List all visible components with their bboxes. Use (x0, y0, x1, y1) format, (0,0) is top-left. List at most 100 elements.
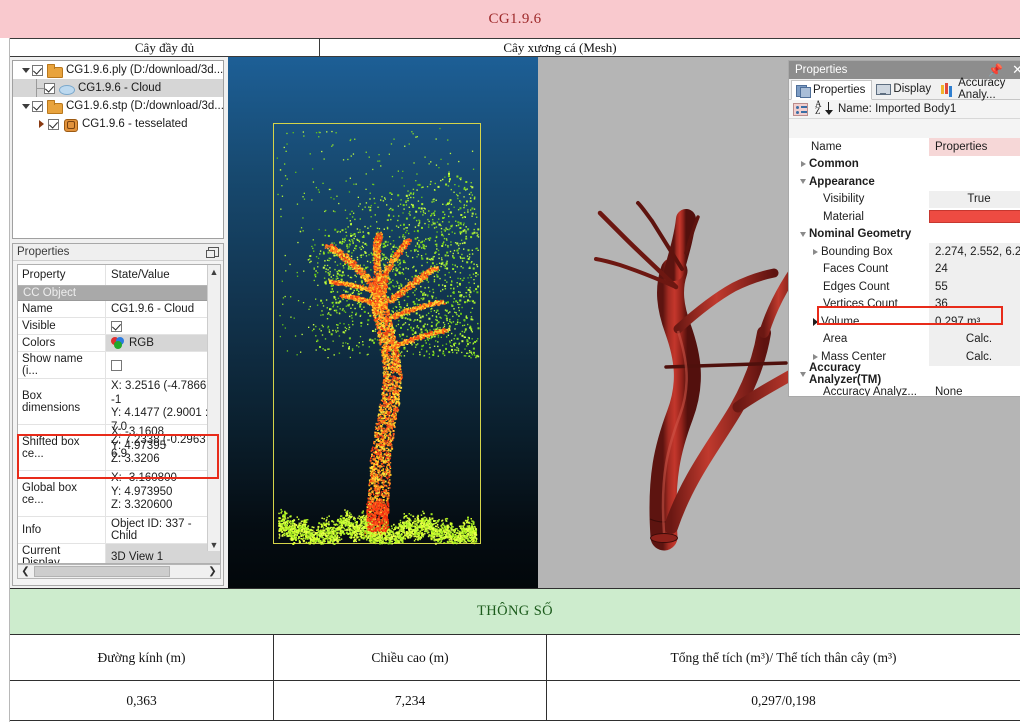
row-colors-value[interactable]: RGB (106, 335, 220, 351)
row-info[interactable]: Info Object ID: 337 - Child (18, 517, 220, 544)
tree-item-tesselated[interactable]: CG1.9.6 - tesselated (13, 115, 223, 133)
properties-toolbar[interactable]: AZ Name: Imported Body1 (789, 100, 1020, 119)
chevron-right-icon[interactable] (809, 249, 821, 255)
tree-checkbox[interactable] (32, 101, 43, 112)
folder-icon (47, 64, 62, 77)
row-display-value[interactable]: 3D View 1 (106, 544, 220, 564)
row-area[interactable]: Area Calc. (789, 331, 1020, 349)
row-faces-count[interactable]: Faces Count 24 (789, 261, 1020, 279)
expand-triangle-down-icon[interactable] (19, 104, 32, 109)
tab-display[interactable]: Display (872, 79, 937, 99)
accuracy-icon (941, 83, 955, 95)
row-material-value[interactable] (929, 208, 1020, 226)
row-global-box-center[interactable]: Global box ce... X: -3.160800 Y: 4.97395… (18, 471, 220, 517)
row-visible[interactable]: Visible (18, 318, 220, 335)
parameters-table: THÔNG SỐ Đường kính (m) Chiều cao (m) Tổ… (10, 588, 1020, 722)
chevron-right-icon[interactable] (809, 354, 821, 360)
table-value-diameter: 0,363 (10, 681, 274, 720)
mesh-icon (63, 118, 78, 131)
scroll-right-icon[interactable]: ❯ (205, 566, 220, 577)
scroll-down-icon[interactable]: ▼ (208, 538, 220, 551)
row-mass-center-value[interactable]: Calc. (929, 348, 1020, 366)
scroll-up-icon[interactable]: ▲ (208, 265, 220, 278)
expand-triangle-right-icon[interactable] (35, 120, 48, 128)
row-show-name[interactable]: Show name (i... (18, 352, 220, 379)
properties-horizontal-scrollbar[interactable]: ❮ ❯ (17, 564, 221, 579)
visible-checkbox[interactable] (111, 321, 122, 332)
left-properties-grid[interactable]: Property State/Value CC Object Name CG1.… (17, 264, 221, 564)
row-bounding-box-key: Bounding Box (821, 246, 893, 258)
group-nominal-geometry[interactable]: Nominal Geometry (789, 226, 1020, 244)
expand-triangle-down-icon[interactable] (19, 68, 32, 73)
row-visibility[interactable]: Visibility True (789, 191, 1020, 209)
point-cloud-viewport[interactable] (228, 57, 538, 588)
row-vertices-count[interactable]: Vertices Count 36 (789, 296, 1020, 314)
global-y: Y: 4.973950 (111, 486, 215, 500)
row-shifted-box-center[interactable]: Shifted box ce... X: -3.1608 Y: 4.97395 … (18, 425, 220, 471)
properties-tabstrip[interactable]: Properties Display Accuracy Analy... (789, 79, 1020, 100)
group-appearance[interactable]: Appearance (789, 173, 1020, 191)
row-material[interactable]: Material (789, 208, 1020, 226)
row-show-name-value[interactable] (106, 352, 220, 378)
scroll-left-icon[interactable]: ❮ (18, 566, 33, 577)
right-properties-window[interactable]: Properties 📌 ✕ Properties Display Accura… (788, 60, 1020, 397)
tree-checkbox[interactable] (48, 119, 59, 130)
material-color-swatch[interactable] (929, 210, 1020, 223)
float-window-icon[interactable] (208, 247, 219, 257)
table-value-height: 7,234 (274, 681, 547, 720)
document-title-band: CG1.9.6 (10, 0, 1020, 38)
categorize-icon[interactable] (793, 103, 808, 116)
tree-item-cloud[interactable]: CG1.9.6 - Cloud (13, 79, 223, 97)
properties-vertical-scrollbar[interactable]: ▲ ▼ (207, 265, 220, 551)
table-header-diameter: Đường kính (m) (10, 635, 274, 680)
tree-checkbox[interactable] (44, 83, 55, 94)
row-volume-key: Volume (821, 316, 859, 328)
group-accuracy-analyzer[interactable]: Accuracy Analyzer(TM) (789, 366, 1020, 384)
group-common[interactable]: Common (789, 156, 1020, 174)
row-faces-value: 24 (929, 261, 1020, 279)
properties-grid[interactable]: Name Properties Common Appearance Visibi… (789, 138, 1020, 396)
view-caption-row: Cây đầy đủ Cây xương cá (Mesh) (10, 38, 1020, 57)
tab-accuracy-analyzer[interactable]: Accuracy Analy... (937, 79, 1020, 99)
table-section-title: THÔNG SỐ (477, 603, 553, 620)
row-name[interactable]: Name CG1.9.6 - Cloud (18, 301, 220, 318)
row-colors[interactable]: Colors RGB (18, 335, 220, 352)
caption-right: Cây xương cá (Mesh) (320, 39, 800, 56)
table-header-volume: Tổng thể tích (m³)/ Thể tích thân cây (m… (547, 635, 1020, 680)
table-value-row: 0,363 7,234 0,297/0,198 (10, 681, 1020, 721)
tree-item-stp[interactable]: CG1.9.6.stp (D:/download/3d... (13, 97, 223, 115)
row-volume[interactable]: Volume 0.297 m³ (789, 313, 1020, 331)
tree-checkbox[interactable] (32, 65, 43, 76)
workspace: CG1.9.6.ply (D:/download/3d... CG1.9.6 -… (10, 57, 1020, 588)
row-visibility-value[interactable]: True (929, 191, 1020, 209)
chevron-down-icon[interactable] (797, 372, 809, 377)
show-name-checkbox[interactable] (111, 360, 122, 371)
db-tree-panel[interactable]: CG1.9.6.ply (D:/download/3d... CG1.9.6 -… (12, 60, 224, 239)
row-box-dimensions[interactable]: Box dimensions X: 3.2516 (-4.7866 : -1 Y… (18, 379, 220, 425)
row-global-value: X: -3.160800 Y: 4.973950 Z: 3.320600 (106, 471, 220, 516)
chevron-down-icon[interactable] (797, 232, 809, 237)
tab-accuracy-label: Accuracy Analy... (958, 77, 1020, 101)
row-edges-count[interactable]: Edges Count 55 (789, 278, 1020, 296)
row-global-key: Global box ce... (18, 471, 106, 516)
row-area-value[interactable]: Calc. (929, 331, 1020, 349)
row-bounding-box[interactable]: Bounding Box 2.274, 2.552, 6.28 (789, 243, 1020, 261)
shifted-x: X: -3.1608 (111, 426, 215, 440)
row-visible-key: Visible (18, 318, 106, 334)
close-icon[interactable]: ✕ (1012, 62, 1020, 78)
row-shifted-value: X: -3.1608 Y: 4.97395 Z: 3.3206 (106, 425, 220, 470)
chevron-right-icon[interactable] (797, 161, 809, 167)
tab-properties[interactable]: Properties (791, 80, 872, 100)
chevron-right-filled-icon[interactable] (809, 318, 821, 326)
sort-az-icon[interactable]: AZ (815, 102, 830, 116)
pin-icon[interactable]: 📌 (988, 63, 1003, 77)
row-accuracy-analyzer[interactable]: Accuracy Analyz... None (789, 383, 1020, 396)
tree-item-ply[interactable]: CG1.9.6.ply (D:/download/3d... (13, 61, 223, 79)
row-visibility-key: Visibility (789, 191, 929, 209)
global-x: X: -3.160800 (111, 472, 215, 486)
row-visible-value[interactable] (106, 318, 220, 334)
row-current-display[interactable]: Current Display 3D View 1 (18, 544, 220, 564)
row-edges-key: Edges Count (789, 278, 929, 296)
hscroll-thumb[interactable] (34, 566, 170, 577)
chevron-down-icon[interactable] (797, 179, 809, 184)
